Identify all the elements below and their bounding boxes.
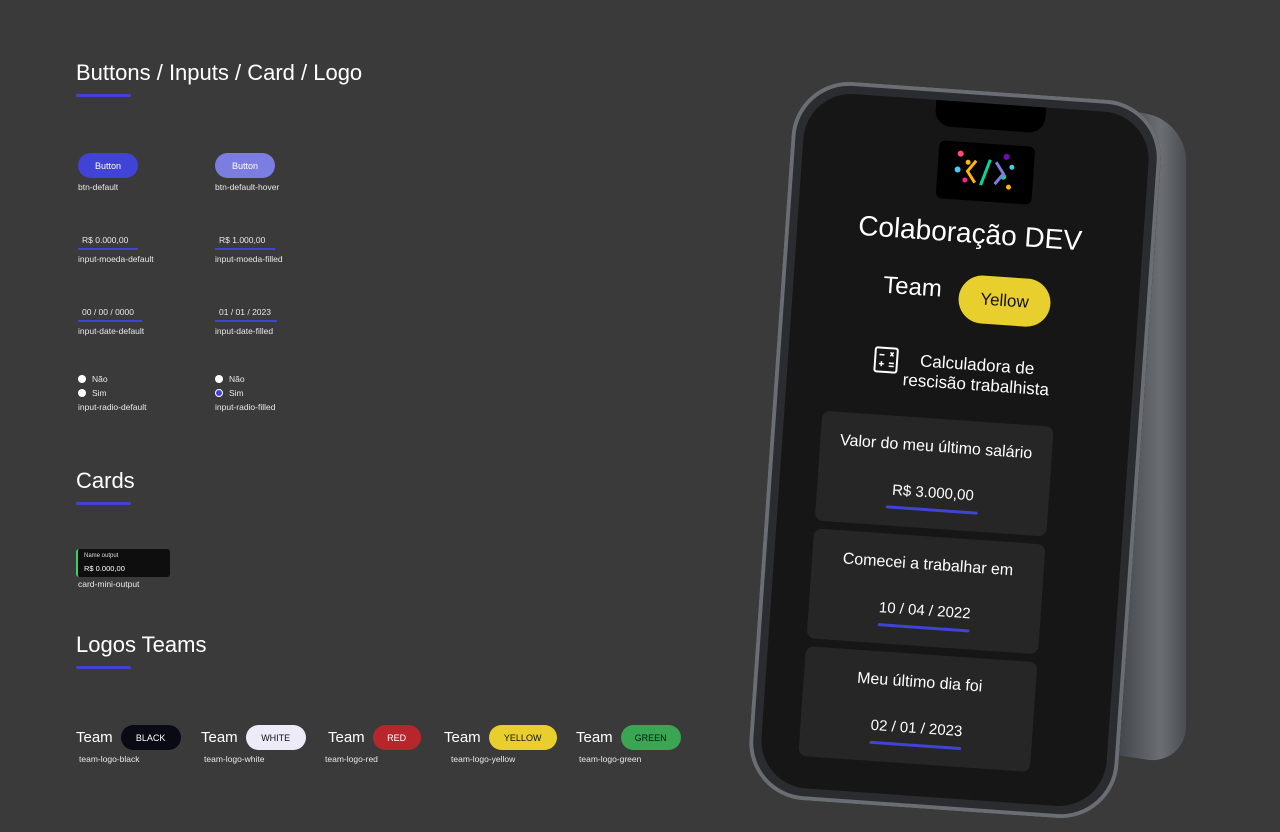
team-word: Team: [76, 729, 113, 746]
radio-option-sim-selected[interactable]: Sim: [215, 388, 244, 398]
team-word: Team: [328, 729, 365, 746]
mini-card-name: Name output: [84, 553, 119, 559]
input-radio-filled-label: input-radio-filled: [215, 402, 276, 412]
card-label: Comecei a trabalhar em: [842, 550, 1014, 580]
btn-default-label: btn-default: [78, 182, 119, 192]
team-pill-white: WHITE: [245, 725, 306, 750]
input-moeda-default[interactable]: R$ 0.000,00: [78, 235, 128, 248]
input-date-default-label: input-date-default: [78, 326, 145, 336]
radio-option-nao[interactable]: Não: [215, 374, 245, 384]
section-underline: [76, 666, 131, 669]
section-title-components: Buttons / Inputs / Card / Logo: [76, 60, 363, 85]
radio-label: Não: [229, 374, 245, 384]
input-date-filled[interactable]: 01 / 01 / 2023: [215, 307, 271, 320]
section-underline: [76, 502, 131, 505]
radio-option-nao[interactable]: Não: [78, 374, 108, 384]
card-label: Valor do meu último salário: [839, 431, 1033, 463]
team-pill-red: RED: [372, 725, 421, 750]
app-logo: [935, 140, 1036, 205]
team-logo-yellow: Team YELLOW: [444, 725, 557, 750]
radio-circle[interactable]: [78, 375, 86, 383]
app-title: Colaboração DEV: [857, 209, 1084, 257]
team-logo-red-label: team-logo-red: [325, 754, 378, 764]
card-mini-output-label: card-mini-output: [78, 579, 140, 589]
radio-circle[interactable]: [215, 375, 223, 383]
team-logo-green: Team GREEN: [576, 725, 681, 750]
input-underline: [78, 248, 138, 250]
phone-screen: Colaboração DEV Team Yellow Calculadora …: [758, 90, 1152, 810]
section-underline: [76, 94, 131, 97]
app-team-pill-yellow: Yellow: [956, 273, 1053, 329]
team-logo-white: Team WHITE: [201, 725, 306, 750]
input-underline: [78, 320, 142, 322]
card-input-underline: [885, 505, 978, 515]
radio-option-sim[interactable]: Sim: [78, 388, 107, 398]
radio-label: Sim: [92, 388, 107, 398]
btn-default-hover[interactable]: Button: [215, 153, 275, 178]
team-logo-black-label: team-logo-black: [79, 754, 140, 764]
card-label: Meu último dia foi: [856, 669, 983, 696]
team-logo-green-label: team-logo-green: [579, 754, 642, 764]
card-value[interactable]: 02 / 01 / 2023: [800, 712, 1033, 745]
calculator-icon: [873, 346, 899, 374]
team-logo-black: Team BLACK: [76, 725, 181, 750]
team-pill-green: GREEN: [620, 725, 681, 750]
input-underline: [215, 320, 277, 322]
section-title-logos: Logos Teams: [76, 632, 207, 657]
team-word: Team: [444, 729, 481, 746]
phone-mockup: Colaboração DEV Team Yellow Calculadora …: [745, 77, 1165, 823]
section-title-cards: Cards: [76, 468, 135, 493]
mini-card-value: R$ 0.000,00: [84, 564, 125, 573]
card-end-date[interactable]: Meu último dia foi 02 / 01 / 2023: [798, 646, 1038, 772]
card-input-underline: [869, 740, 962, 751]
radio-label: Não: [92, 374, 108, 384]
input-radio-default-label: input-radio-default: [78, 402, 147, 412]
app-subtitle: Calculadora de rescisão trabalhista: [902, 350, 1051, 400]
card-value[interactable]: R$ 3.000,00: [817, 476, 1050, 509]
card-salary[interactable]: Valor do meu último salário R$ 3.000,00: [814, 410, 1054, 537]
app-team-word: Team: [882, 271, 943, 303]
input-moeda-filled[interactable]: R$ 1.000,00: [215, 235, 265, 248]
team-logo-yellow-label: team-logo-yellow: [451, 754, 516, 764]
team-pill-yellow: YELLOW: [488, 725, 557, 750]
input-moeda-default-label: input-moeda-default: [78, 254, 154, 264]
radio-circle-selected[interactable]: [215, 389, 223, 397]
btn-default[interactable]: Button: [78, 153, 138, 178]
team-logo-white-label: team-logo-white: [204, 754, 265, 764]
input-date-default[interactable]: 00 / 00 / 0000: [78, 307, 134, 320]
card-start-date[interactable]: Comecei a trabalhar em 10 / 04 / 2022: [806, 528, 1046, 655]
team-word: Team: [576, 729, 613, 746]
input-date-filled-label: input-date-filled: [215, 326, 274, 336]
team-pill-black: BLACK: [120, 725, 181, 750]
input-moeda-filled-label: input-moeda-filled: [215, 254, 283, 264]
team-logo-red: Team RED: [328, 725, 421, 750]
card-value[interactable]: 10 / 04 / 2022: [808, 594, 1041, 627]
input-underline: [215, 248, 275, 250]
radio-circle[interactable]: [78, 389, 86, 397]
card-mini-output: Name output R$ 0.000,00: [76, 549, 170, 577]
team-word: Team: [201, 729, 238, 746]
card-input-underline: [877, 623, 970, 633]
btn-hover-label: btn-default-hover: [215, 182, 280, 192]
radio-label: Sim: [229, 388, 244, 398]
